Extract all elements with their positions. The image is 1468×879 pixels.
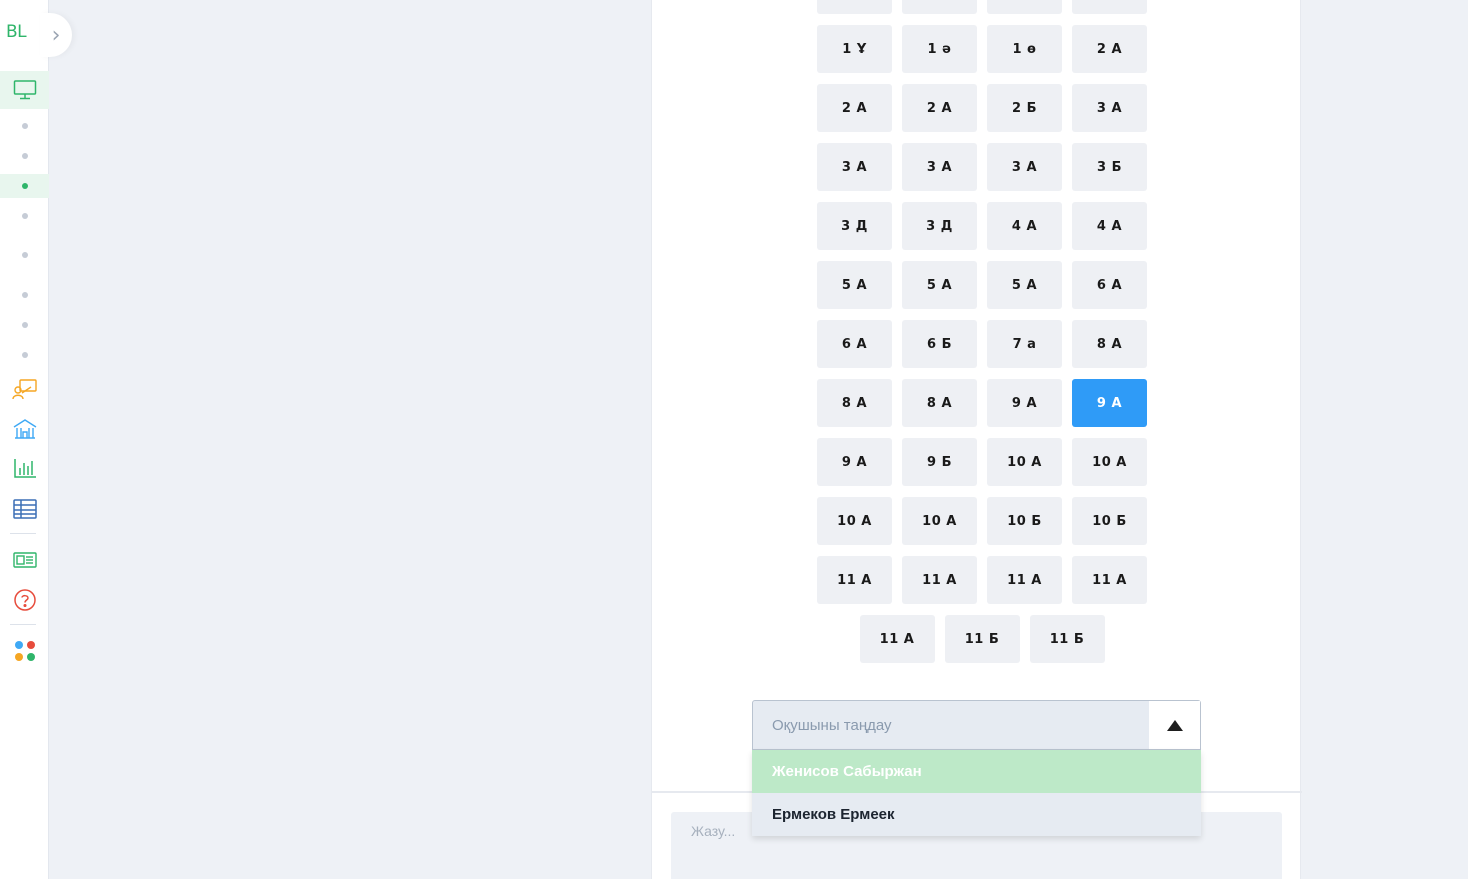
school-building-icon [13, 419, 36, 439]
bar-chart-icon [13, 459, 36, 478]
dot-icon [21, 183, 28, 189]
class-button[interactable]: 1 ө [987, 25, 1062, 73]
class-button[interactable]: 10 Б [1072, 497, 1147, 545]
sidebar-item-monitor[interactable] [0, 71, 49, 109]
class-button[interactable]: 3 А [817, 143, 892, 191]
class-button[interactable]: 10 А [817, 497, 892, 545]
dot-icon [21, 213, 28, 219]
sidebar-item-news[interactable] [0, 545, 49, 575]
apps-dots-icon [14, 641, 35, 661]
sidebar-subitem[interactable] [0, 243, 49, 267]
class-button[interactable]: 5 А [987, 261, 1062, 309]
class-button[interactable]: 3 А [902, 143, 977, 191]
sidebar: BL › [0, 0, 72, 879]
sidebar-item-teacher[interactable] [0, 374, 49, 404]
student-option[interactable]: Ермеков Ермеек [752, 793, 1201, 836]
sidebar-subitem[interactable] [0, 283, 49, 307]
class-button[interactable]: 11 А [1072, 556, 1147, 604]
class-button[interactable]: 5 А [817, 261, 892, 309]
class-button[interactable]: 11 Б [944, 615, 1020, 663]
sidebar-item-apps[interactable] [0, 636, 49, 666]
class-button[interactable]: 3 Б [1072, 143, 1147, 191]
class-button[interactable]: 11 А [987, 556, 1062, 604]
student-dropdown: Женисов Сабыржан Ермеков Ермеек [752, 750, 1201, 836]
class-button[interactable]: 7 а [987, 320, 1062, 368]
dot-icon [21, 123, 28, 129]
dot-icon [21, 252, 28, 258]
class-button[interactable]: 9 А [1072, 379, 1147, 427]
sidebar-item-table[interactable] [0, 494, 49, 524]
sidebar-subitem[interactable] [0, 174, 49, 198]
monitor-icon [13, 80, 36, 100]
table-icon [12, 499, 37, 519]
sidebar-subitem[interactable] [0, 313, 49, 337]
class-button[interactable]: 10 А [987, 438, 1062, 486]
class-button[interactable]: 6 Б [902, 320, 977, 368]
student-option[interactable]: Женисов Сабыржан [752, 750, 1201, 793]
class-button[interactable]: 2 А [1072, 25, 1147, 73]
dot-icon [21, 322, 28, 328]
class-button[interactable]: 2 А [902, 84, 977, 132]
class-button[interactable]: 6 А [1072, 261, 1147, 309]
logo[interactable]: BL [6, 22, 27, 42]
sidebar-divider [10, 624, 36, 625]
class-button[interactable]: 1 Ұ [1072, 0, 1147, 14]
dot-icon [21, 153, 28, 159]
sidebar-item-help[interactable] [0, 585, 49, 615]
class-button[interactable]: 10 А [902, 497, 977, 545]
teacher-board-icon [11, 379, 37, 400]
class-button[interactable]: 11 А [859, 615, 935, 663]
class-button[interactable]: 3 А [987, 143, 1062, 191]
class-button[interactable]: 8 А [1072, 320, 1147, 368]
class-button[interactable]: 4 А [1072, 202, 1147, 250]
sidebar-subitem[interactable] [0, 144, 49, 168]
sidebar-toggle-button[interactable]: › [40, 13, 72, 57]
class-button[interactable]: 4 А [987, 202, 1062, 250]
main-panel: 1 Қ1 Ң1 Ү1 Ұ1 Ұ1 ә1 ө2 А2 А2 А2 Б3 А3 А3… [651, 0, 1302, 879]
class-button[interactable]: 11 А [902, 556, 977, 604]
class-button[interactable]: 11 Б [1029, 615, 1105, 663]
student-select-placeholder: Оқушыны таңдау [772, 717, 892, 734]
sidebar-subitem[interactable] [0, 114, 49, 138]
dot-icon [21, 352, 28, 358]
student-select[interactable]: Оқушыны таңдау [752, 700, 1201, 750]
class-button[interactable]: 11 А [817, 556, 892, 604]
sidebar-subitem[interactable] [0, 204, 49, 228]
sidebar-item-stats[interactable] [0, 453, 49, 483]
class-button[interactable]: 3 А [1072, 84, 1147, 132]
select-toggle-button[interactable] [1149, 701, 1200, 749]
sidebar-item-school[interactable] [0, 414, 49, 444]
class-button[interactable]: 6 А [817, 320, 892, 368]
class-button[interactable]: 2 А [817, 84, 892, 132]
sidebar-subitem[interactable] [0, 343, 49, 367]
class-button[interactable]: 1 Қ [817, 0, 892, 14]
class-button[interactable]: 9 А [817, 438, 892, 486]
class-button[interactable]: 1 Ң [902, 0, 977, 14]
class-button[interactable]: 9 А [987, 379, 1062, 427]
class-button[interactable]: 8 А [902, 379, 977, 427]
dot-icon [21, 292, 28, 298]
triangle-up-icon [1166, 719, 1183, 731]
chevron-right-icon: › [51, 22, 61, 48]
class-button[interactable]: 9 Б [902, 438, 977, 486]
class-button[interactable]: 10 А [1072, 438, 1147, 486]
class-button[interactable]: 1 ә [902, 25, 977, 73]
class-button[interactable]: 10 Б [987, 497, 1062, 545]
class-button[interactable]: 1 Ұ [817, 25, 892, 73]
class-button[interactable]: 2 Б [987, 84, 1062, 132]
class-grid: 1 Қ1 Ң1 Ү1 Ұ1 Ұ1 ә1 ө2 А2 А2 А2 Б3 А3 А3… [812, 0, 1152, 663]
class-button[interactable]: 5 А [902, 261, 977, 309]
help-circle-icon [13, 589, 36, 611]
class-button[interactable]: 8 А [817, 379, 892, 427]
sidebar-divider [10, 533, 36, 534]
class-button[interactable]: 3 Д [902, 202, 977, 250]
class-button[interactable]: 1 Ү [987, 0, 1062, 14]
newspaper-icon [12, 552, 37, 568]
class-button[interactable]: 3 Д [817, 202, 892, 250]
